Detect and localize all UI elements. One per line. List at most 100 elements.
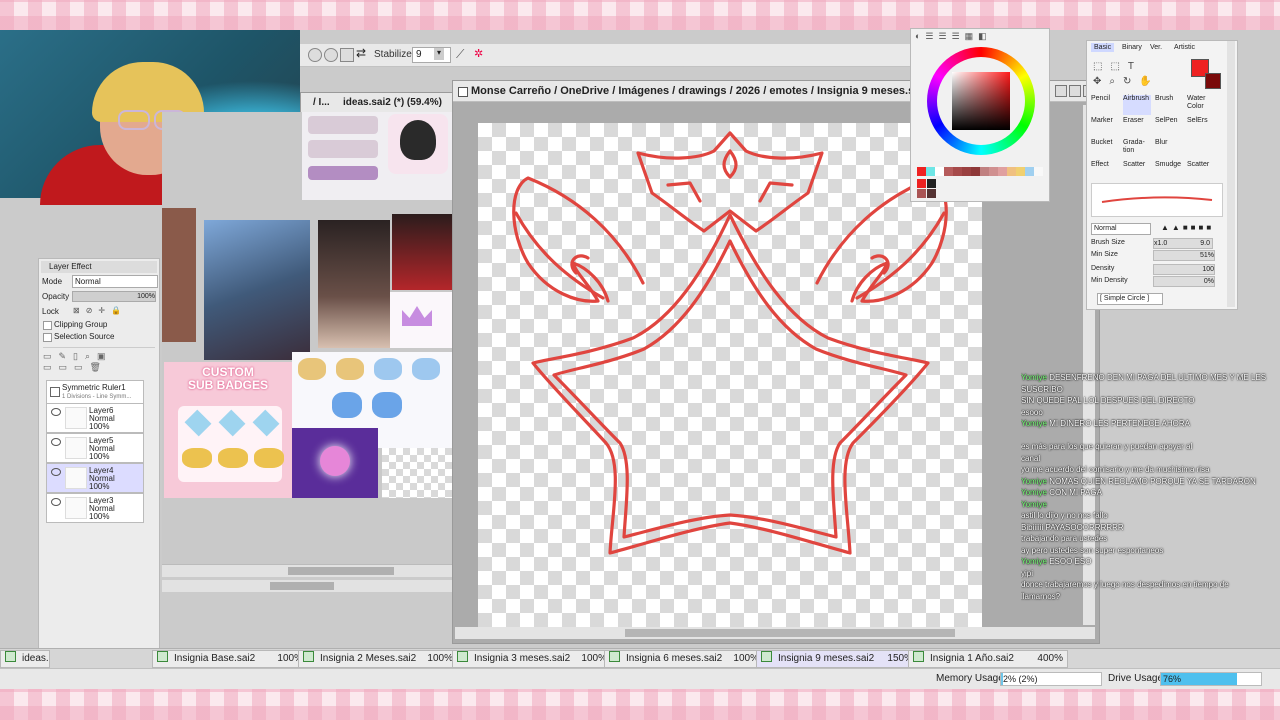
eye-icon[interactable] — [51, 408, 61, 416]
palette-swatch[interactable] — [1025, 167, 1034, 176]
layer-row[interactable]: Layer6 Normal 100% — [46, 403, 144, 433]
brush-tool[interactable]: Eraser — [1123, 117, 1151, 137]
brush-tool[interactable]: Water Color — [1187, 95, 1215, 115]
palette-swatch[interactable] — [1034, 167, 1043, 176]
ideas-canvas[interactable]: CUSTOM SUB BADGES — [162, 112, 452, 592]
brush-tool[interactable]: Scatter — [1123, 161, 1151, 181]
palette-swatch[interactable] — [998, 167, 1007, 176]
brush-tool[interactable]: Bucket — [1091, 139, 1119, 159]
brush-shape-icons[interactable]: ▲▲■■■■ — [1161, 223, 1214, 232]
ideas-title-prefix: / I... — [313, 97, 330, 108]
eye-icon[interactable] — [51, 498, 61, 506]
clipping-group-checkbox[interactable] — [43, 321, 52, 330]
palette-swatch[interactable] — [927, 179, 936, 188]
selection-source-checkbox[interactable] — [43, 333, 52, 342]
main-h-scrollbar[interactable] — [455, 627, 1095, 639]
brush-tool[interactable]: Smudge — [1155, 161, 1183, 181]
chat-message: Yomiye MI DINERO LES PERTENECE AHORA — [1021, 418, 1276, 429]
brush-tool[interactable]: SelPen — [1155, 117, 1183, 137]
palette-swatch[interactable] — [917, 179, 926, 188]
density-slider[interactable]: 100 — [1153, 264, 1215, 275]
document-tab[interactable]: ideas. — [0, 650, 50, 668]
brush-tab[interactable]: Binary — [1119, 43, 1145, 52]
brush-tool[interactable]: SelErs — [1187, 117, 1215, 137]
brush-tool[interactable]: Airbrush — [1123, 95, 1151, 115]
palette-swatch[interactable] — [1016, 167, 1025, 176]
blend-mode-select[interactable]: Normal — [72, 275, 158, 288]
ideas-h-scrollbar-2[interactable] — [162, 580, 452, 592]
palette-swatch[interactable] — [926, 167, 935, 176]
hue-ring[interactable] — [927, 47, 1035, 155]
lock-icons[interactable]: ⊠⊘✛🔒 — [73, 306, 127, 315]
brush-blend-select[interactable]: Normal — [1091, 223, 1151, 235]
brush-shape-select[interactable]: [ Simple Circle ] — [1097, 293, 1163, 305]
palette-swatch[interactable] — [980, 167, 989, 176]
brush-tool[interactable]: Scatter — [1187, 161, 1215, 181]
document-tab[interactable]: Insignia 6 meses.sai2 100% — [604, 650, 764, 668]
palette-swatch[interactable] — [927, 189, 936, 198]
brush-panel-scrollbar[interactable] — [1227, 41, 1235, 307]
symmetric-ruler-row[interactable]: Symmetric Ruler1 1 Divisions - Line Symm… — [46, 380, 144, 404]
chevron-down-icon[interactable]: ▾ — [434, 48, 444, 60]
brush-tab[interactable]: Ver. — [1147, 43, 1165, 52]
redo-icon[interactable] — [324, 48, 338, 62]
layer-effect-header[interactable]: Layer Effect — [41, 261, 157, 273]
palette-swatch[interactable] — [962, 167, 971, 176]
undo-icon[interactable] — [308, 48, 322, 62]
brush-size-slider[interactable]: x1.0 9.0 — [1153, 238, 1213, 249]
document-tab[interactable]: Insignia 1 Año.sai2 400% — [908, 650, 1068, 668]
line-tool-icon[interactable]: ⟋ — [456, 47, 464, 62]
tab-name: Insignia 1 Año.sai2 — [930, 653, 1014, 664]
brush-tool[interactable]: Pencil — [1091, 95, 1119, 115]
ideas-h-scroll-thumb-2[interactable] — [270, 582, 334, 590]
layer-thumbnail — [65, 437, 87, 459]
document-tab[interactable]: Insignia 2 Meses.sai2 100% — [298, 650, 458, 668]
ideas-h-scrollbar[interactable] — [162, 564, 452, 577]
eye-icon[interactable] — [51, 468, 61, 476]
minimize-button[interactable] — [1055, 85, 1067, 97]
secondary-color-swatch[interactable] — [1205, 73, 1221, 89]
ideas-window-title: ideas.sai2 (*) (59.4%) — [343, 97, 442, 108]
document-tab[interactable]: Insignia 9 meses.sai2 150% — [756, 650, 918, 668]
brush-tool[interactable]: Blur — [1155, 139, 1183, 159]
palette-swatch[interactable] — [953, 167, 962, 176]
maximize-button[interactable] — [1069, 85, 1081, 97]
palette-swatch[interactable] — [971, 167, 980, 176]
layer-row[interactable]: Layer3 Normal 100% — [46, 493, 144, 523]
symmetry-icon[interactable]: ✲ — [474, 47, 483, 60]
layer-row[interactable]: Layer4 Normal 100% — [46, 463, 144, 493]
brush-tool[interactable]: Grada-tion — [1123, 139, 1151, 159]
palette-swatch[interactable] — [917, 167, 926, 176]
brush-tab[interactable]: Artistic — [1171, 43, 1198, 52]
eye-icon[interactable] — [51, 438, 61, 446]
saturation-value-square[interactable] — [952, 72, 1010, 130]
brush-tool[interactable]: Marker — [1091, 117, 1119, 137]
main-h-scroll-thumb[interactable] — [625, 629, 955, 637]
document-icon — [761, 651, 772, 662]
brush-tool[interactable]: Brush — [1155, 95, 1183, 115]
min-density-slider[interactable]: 0% — [1153, 276, 1215, 287]
ideas-window-titlebar: / I... ideas.sai2 (*) (59.4%) — [300, 92, 454, 114]
brush-tool[interactable]: Effect — [1091, 161, 1119, 181]
stabilizer-select[interactable]: 9 — [412, 47, 451, 63]
palette-swatch[interactable] — [1007, 167, 1016, 176]
color-mode-tabs[interactable]: ◐☰☰☰▦◧ — [913, 31, 1049, 45]
stop-icon[interactable] — [340, 48, 354, 62]
document-tab[interactable]: Insignia 3 meses.sai2 100% — [452, 650, 612, 668]
tab-name: ideas. — [22, 653, 49, 664]
palette-swatch[interactable] — [989, 167, 998, 176]
ideas-h-scroll-thumb[interactable] — [288, 567, 394, 575]
document-tab[interactable]: Insignia Base.sai2 100% — [152, 650, 308, 668]
min-size-slider[interactable]: 51% — [1153, 250, 1215, 261]
brush-tab[interactable]: Basic — [1091, 43, 1115, 52]
layer-row[interactable]: Layer5 Normal 100% — [46, 433, 144, 463]
opacity-slider[interactable]: 100% — [72, 291, 156, 302]
tool-icons[interactable]: ⬚⬚T ✥⌕↻✋ — [1093, 59, 1173, 89]
palette-swatch[interactable] — [917, 189, 926, 198]
drawing-canvas[interactable] — [478, 123, 982, 627]
palette-swatch[interactable] — [935, 167, 944, 176]
document-icon — [913, 651, 924, 662]
palette-swatch[interactable] — [944, 167, 953, 176]
layer-actions-toolbar[interactable]: ▭✎▯⌕▣ ▭▭▭🗑 — [43, 347, 155, 377]
color-palette[interactable] — [913, 165, 1047, 199]
